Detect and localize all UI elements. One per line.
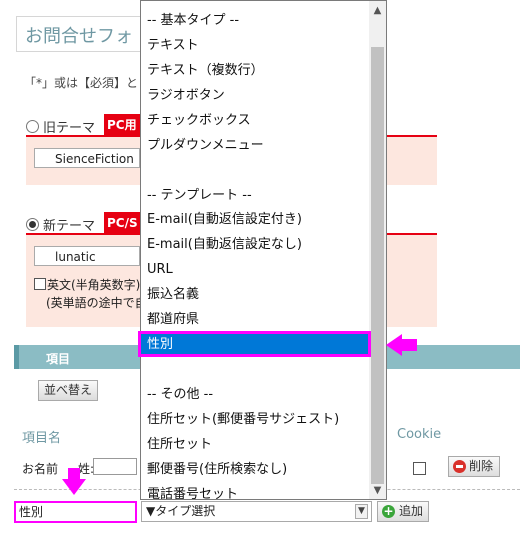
annotation-arrow-left-tail	[401, 339, 417, 351]
scroll-down-icon[interactable]: ▼	[369, 483, 386, 499]
dropdown-option[interactable]: 住所セット	[141, 432, 371, 457]
dropdown-option[interactable]: URL	[141, 257, 371, 282]
english-check-label: 英文(半角英数字)	[47, 278, 141, 292]
old-theme-radio[interactable]: 旧テーマ	[26, 117, 95, 136]
dropdown-option[interactable]: ラジオボタン	[141, 83, 371, 108]
new-theme-badge: PC/S	[104, 212, 141, 235]
type-select[interactable]: ▼タイプ選択 ▼	[141, 501, 372, 522]
new-item-name-input[interactable]: 性別	[14, 501, 137, 523]
dropdown-option[interactable]: テキスト（複数行）	[141, 58, 371, 83]
column-cookie: Cookie	[397, 427, 442, 442]
page-title: お問合せフォ	[25, 26, 133, 47]
dropdown-option-blank[interactable]	[141, 357, 371, 382]
dropdown-option[interactable]: -- 基本タイプ --	[141, 8, 371, 33]
dropdown-scroll-thumb[interactable]	[371, 47, 384, 484]
dropdown-option-blank[interactable]	[141, 158, 371, 183]
new-theme-select[interactable]: lunatic	[34, 246, 140, 266]
dropdown-option[interactable]: E-mail(自動返信設定付き)	[141, 207, 371, 232]
cookie-checkbox[interactable]	[413, 462, 426, 475]
delete-button[interactable]: 削除	[448, 456, 500, 477]
type-dropdown-list[interactable]: -- 基本タイプ -- テキスト テキスト（複数行） ラジオボタン チェックボッ…	[140, 0, 387, 500]
dropdown-option[interactable]: 住所セット(郵便番号サジェスト)	[141, 407, 371, 432]
dropdown-option[interactable]: E-mail(自動返信設定なし)	[141, 232, 371, 257]
dropdown-option[interactable]: チェックボックス	[141, 108, 371, 133]
sort-button[interactable]: 並べ替え	[38, 380, 98, 401]
last-name-input[interactable]	[93, 458, 137, 475]
annotation-arrow-left-icon	[386, 334, 402, 356]
delete-button-label: 削除	[469, 459, 494, 473]
new-theme-radio[interactable]: 新テーマ	[26, 215, 95, 234]
dropdown-option[interactable]: 振込名義	[141, 282, 371, 307]
new-theme-label: 新テーマ	[43, 219, 96, 234]
dropdown-option[interactable]: テキスト	[141, 33, 371, 58]
dropdown-option[interactable]: 都道府県	[141, 307, 371, 332]
row-sub-label: 姓:	[78, 462, 95, 476]
required-note: 「*」或は【必須】と	[24, 76, 139, 90]
old-theme-badge: PC用	[104, 114, 140, 137]
radio-icon	[26, 120, 39, 133]
old-theme-select[interactable]: SienceFiction	[34, 148, 140, 168]
chevron-down-icon: ▼	[355, 504, 368, 519]
annotation-arrow-down-icon	[62, 479, 86, 495]
dropdown-option[interactable]: 郵便番号(住所検索なし)	[141, 457, 371, 482]
items-section-accent	[14, 345, 19, 369]
scroll-up-icon[interactable]: ▲	[369, 3, 386, 19]
add-button-label: 追加	[399, 504, 424, 518]
dropdown-option[interactable]: プルダウンメニュー	[141, 133, 371, 158]
old-theme-label: 旧テーマ	[43, 121, 96, 136]
items-section-title: 項目	[46, 352, 71, 366]
english-note: (英単語の途中で自	[46, 296, 147, 310]
delete-icon	[453, 460, 466, 473]
dropdown-option[interactable]: 電話番号セット	[141, 482, 371, 499]
type-select-value: ▼タイプ選択	[146, 504, 216, 518]
column-item-name: 項目名	[22, 431, 62, 446]
selected-option-highlight	[138, 331, 371, 357]
row-item-name: お名前	[22, 462, 59, 476]
dropdown-option[interactable]: -- テンプレート --	[141, 183, 371, 208]
dropdown-option[interactable]: -- その他 --	[141, 382, 371, 407]
checkbox-icon	[34, 278, 46, 290]
english-checkbox[interactable]: 英文(半角英数字)	[34, 276, 140, 293]
radio-checked-icon	[26, 218, 39, 231]
plus-icon: +	[382, 504, 395, 518]
add-button[interactable]: + 追加	[377, 501, 429, 522]
